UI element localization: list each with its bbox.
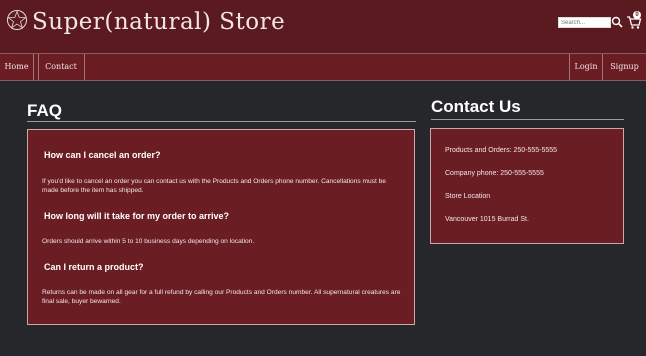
nav-divider bbox=[33, 54, 34, 80]
faq-divider bbox=[27, 121, 416, 122]
faq-question: How can I cancel an order? bbox=[44, 150, 161, 160]
nav-bar: Home Contact Login Signup bbox=[0, 54, 646, 81]
contact-address: Vancouver 1015 Burrad St. bbox=[445, 216, 529, 223]
contact-panel: Products and Orders: 250-555-5555 Compan… bbox=[430, 128, 624, 244]
nav-divider bbox=[84, 54, 85, 80]
faq-question: How long will it take for my order to ar… bbox=[44, 211, 230, 221]
nav-signup[interactable]: Signup bbox=[603, 54, 646, 80]
faq-panel: How can I cancel an order? If you'd like… bbox=[27, 129, 415, 325]
faq-answer: If you'd like to cancel an order you can… bbox=[42, 178, 386, 194]
faq-question: Can I return a product? bbox=[44, 262, 144, 272]
site-header: Super(natural) Store 0 bbox=[0, 0, 646, 54]
search-icon[interactable] bbox=[611, 16, 623, 28]
nav-contact[interactable]: Contact bbox=[39, 54, 83, 80]
contact-store-location-label: Store Location bbox=[445, 193, 491, 200]
contact-products-phone: Products and Orders: 250-555-5555 bbox=[445, 147, 558, 154]
nav-login[interactable]: Login bbox=[570, 54, 602, 80]
store-title[interactable]: Super(natural) Store bbox=[32, 9, 285, 35]
contact-divider bbox=[431, 119, 624, 120]
faq-answer: Orders should arrive within 5 to 10 busi… bbox=[42, 238, 255, 245]
contact-heading: Contact Us bbox=[431, 97, 521, 116]
pentagram-logo-icon[interactable] bbox=[6, 9, 28, 31]
faq-answer: Returns can be made on all gear for a fu… bbox=[42, 289, 401, 305]
cart-count-badge: 0 bbox=[633, 11, 641, 19]
search-input[interactable] bbox=[558, 17, 611, 28]
faq-heading: FAQ bbox=[27, 101, 62, 120]
contact-company-phone: Company phone: 250-555-5555 bbox=[445, 170, 544, 177]
nav-home[interactable]: Home bbox=[0, 54, 33, 80]
